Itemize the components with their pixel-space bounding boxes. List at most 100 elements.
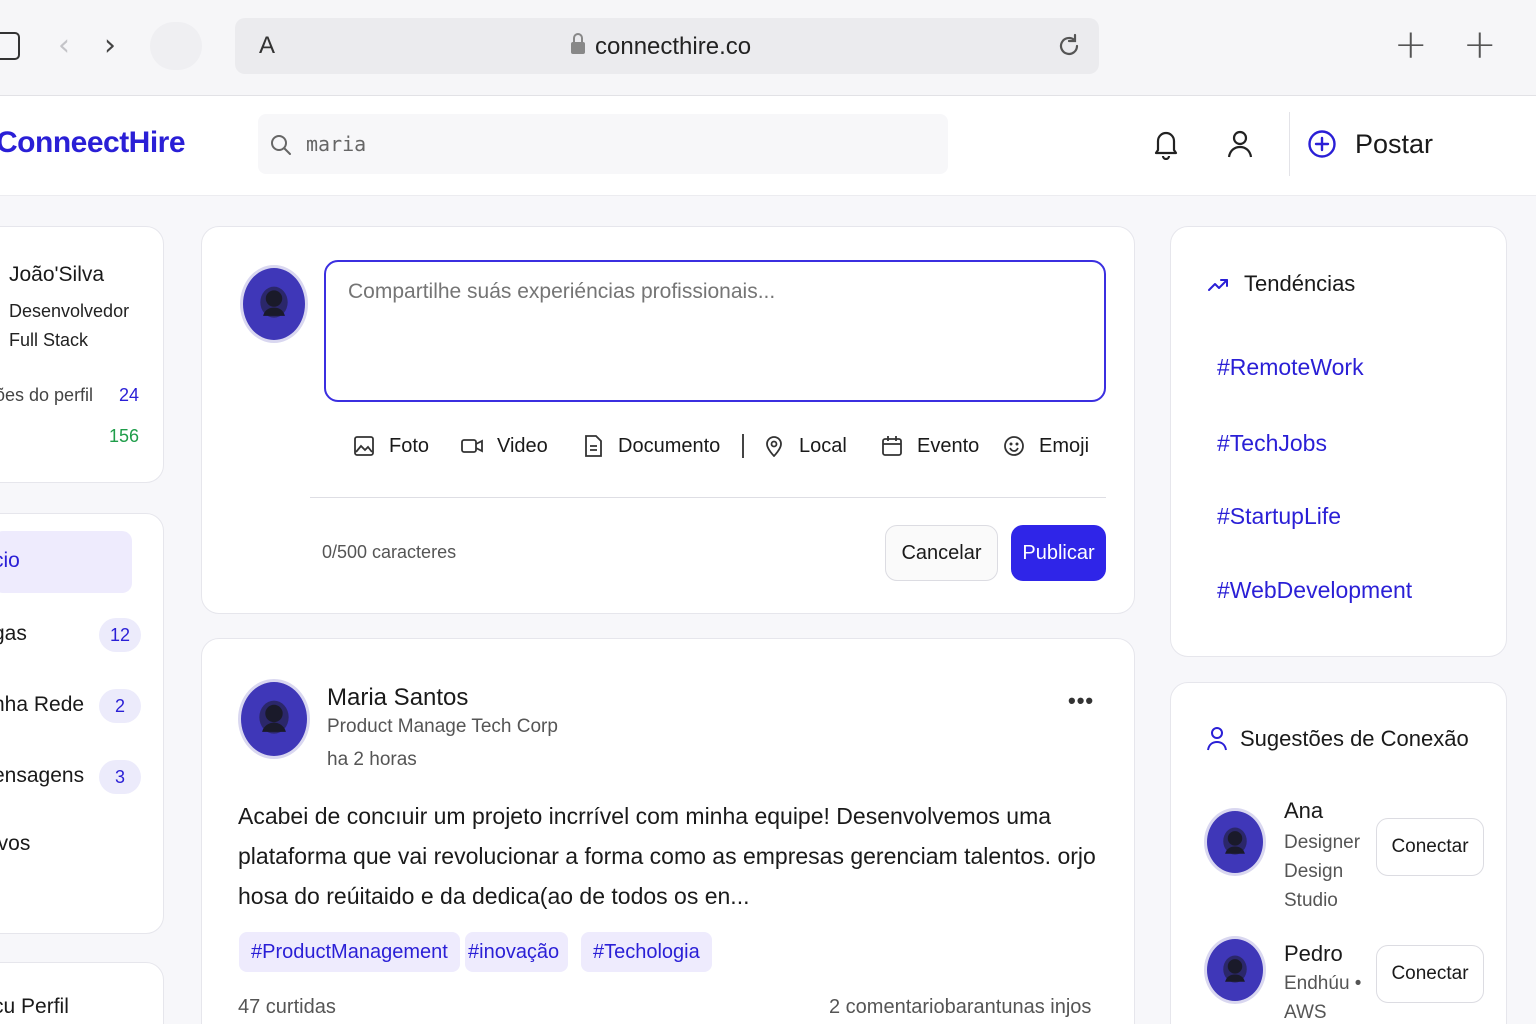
- avatar-silhouette-icon: [1223, 955, 1247, 983]
- trending-up-icon: [1208, 279, 1228, 291]
- trend-item[interactable]: #RemoteWork: [1217, 354, 1364, 381]
- post-button[interactable]: Postar: [1307, 124, 1433, 164]
- hashtag-chip[interactable]: #ProductManagement: [239, 932, 460, 972]
- url-text[interactable]: connecthire.co: [595, 33, 751, 61]
- suggestion-name[interactable]: Ana: [1284, 798, 1323, 824]
- user-icon: [1207, 727, 1227, 751]
- avatar: [240, 265, 308, 343]
- stat-value-connections: 156: [108, 426, 139, 446]
- nav-item-home[interactable]: cio: [0, 531, 132, 593]
- app-logo[interactable]: ConneectHire: [0, 126, 186, 160]
- more-options-icon[interactable]: •••: [1068, 688, 1094, 714]
- nav-item-saved[interactable]: lvos: [0, 814, 153, 876]
- bell-icon[interactable]: [1151, 128, 1181, 160]
- trend-item[interactable]: #StartupLife: [1217, 503, 1341, 530]
- avatar-silhouette-icon: [260, 286, 288, 318]
- comments-count[interactable]: 2 comentariobarantunas injos: [829, 996, 1091, 1019]
- nav-item-label: nha Rede: [0, 693, 85, 716]
- nav-item-label: gas: [0, 622, 27, 645]
- attach-label: Evento: [917, 434, 980, 457]
- lock-icon: [571, 33, 585, 54]
- attach-document-button[interactable]: Documento: [582, 432, 720, 460]
- post-author-avatar[interactable]: [238, 679, 310, 759]
- plus-circle-icon: [1308, 130, 1336, 158]
- my-profile-card: cu Perfil: [0, 962, 164, 1024]
- emoji-icon: [1004, 436, 1024, 456]
- search-bar: [258, 114, 948, 174]
- search-icon: [271, 135, 291, 155]
- trend-item[interactable]: #TechJobs: [1217, 430, 1327, 457]
- new-tab-icon[interactable]: +: [1463, 22, 1497, 68]
- attach-emoji-button[interactable]: Emoji: [1003, 432, 1089, 460]
- hashtag-chip[interactable]: #inovação: [465, 932, 569, 972]
- stat-value-views: 24: [118, 385, 139, 405]
- count-badge: 3: [99, 760, 141, 794]
- connect-button[interactable]: Conectar: [1376, 818, 1484, 876]
- search-input[interactable]: [306, 128, 906, 160]
- attach-photo-button[interactable]: Foto: [353, 432, 429, 460]
- browser-toolbar: ‹ › A connecthire.co + +: [0, 0, 1536, 96]
- publish-button[interactable]: Publicar: [1011, 525, 1106, 581]
- nav-item-jobs[interactable]: gas 12: [0, 604, 153, 666]
- count-badge: 2: [99, 689, 141, 723]
- reload-icon[interactable]: [1055, 32, 1083, 60]
- stat-label-views: ões do perfil: [0, 385, 94, 405]
- forward-icon[interactable]: ›: [104, 30, 116, 62]
- share-plus-icon[interactable]: +: [1394, 22, 1428, 68]
- nav-item-label: lvos: [0, 832, 31, 855]
- post-body-text: Acabei de concıuir um projeto incrrível …: [238, 803, 1096, 909]
- suggestion-role: Designer Design Studio: [1284, 832, 1361, 911]
- post-timestamp: ha 2 horas: [327, 749, 417, 770]
- user-icon[interactable]: [1225, 128, 1255, 160]
- document-icon: [585, 435, 602, 457]
- back-icon[interactable]: ‹: [58, 30, 70, 62]
- nav-card: cio gas 12 nha Rede 2 ensagens 3 lvos: [0, 513, 164, 934]
- avatar-silhouette-icon: [1223, 827, 1247, 855]
- reader-mode-button[interactable]: A: [259, 32, 275, 60]
- suggestion-name[interactable]: Pedro: [1284, 941, 1343, 967]
- calendar-icon: [882, 436, 902, 456]
- attach-label: Foto: [389, 434, 430, 457]
- suggestions-title: Sugestões de Conexão: [1240, 726, 1469, 751]
- hashtag-chip[interactable]: #Techologia: [581, 932, 712, 972]
- nav-item-label: ensagens: [0, 764, 85, 787]
- nav-item-network[interactable]: nha Rede 2: [0, 675, 153, 737]
- connect-button[interactable]: Conectar: [1376, 945, 1484, 1003]
- attach-label: Documento: [618, 434, 721, 457]
- address-bar[interactable]: A connecthire.co: [235, 18, 1099, 74]
- attach-label: Emoji: [1039, 434, 1090, 457]
- count-badge: 12: [99, 618, 141, 652]
- post-button-label: Postar: [1355, 128, 1434, 159]
- character-counter: 0/500 caracteres: [322, 542, 457, 562]
- trends-title: Tendéncias: [1244, 271, 1356, 296]
- post-author-title: Product Manage Tech Corp: [327, 716, 558, 737]
- suggestion-avatar[interactable]: [1204, 808, 1266, 876]
- trend-item[interactable]: #WebDevelopment: [1217, 577, 1412, 604]
- attach-label: Video: [497, 434, 548, 457]
- cancel-button[interactable]: Cancelar: [885, 525, 998, 581]
- likes-count[interactable]: 47 curtidas: [238, 996, 336, 1019]
- attach-video-button[interactable]: Video: [461, 432, 548, 460]
- location-pin-icon: [766, 436, 782, 457]
- composer-divider: [310, 497, 1106, 498]
- post-author-name[interactable]: Maria Santos: [327, 684, 468, 712]
- attach-location-button[interactable]: Local: [763, 432, 847, 460]
- sidebar-toggle-icon[interactable]: [0, 32, 20, 60]
- attach-event-button[interactable]: Evento: [881, 432, 979, 460]
- my-profile-link[interactable]: cu Perfil: [0, 995, 69, 1019]
- post-composer-input[interactable]: [324, 260, 1106, 402]
- tab-placeholder: [150, 22, 202, 70]
- header-divider: [1289, 112, 1290, 176]
- profile-card: João'Silva Desenvolvedor Full Stack ões …: [0, 226, 164, 483]
- profile-name[interactable]: João'Silva: [9, 263, 104, 287]
- suggestion-avatar[interactable]: [1204, 936, 1266, 1004]
- avatar-silhouette-icon: [259, 700, 289, 734]
- image-icon: [354, 436, 374, 456]
- nav-item-label: cio: [0, 549, 20, 572]
- app-header: ConneectHire Postar: [0, 96, 1536, 196]
- suggestion-role: Endhúu • AWS: [1284, 973, 1362, 1023]
- video-icon: [461, 439, 483, 453]
- attach-label: Local: [799, 434, 847, 457]
- nav-item-messages[interactable]: ensagens 3: [0, 746, 153, 808]
- profile-role: Desenvolvedor Full Stack: [9, 301, 130, 350]
